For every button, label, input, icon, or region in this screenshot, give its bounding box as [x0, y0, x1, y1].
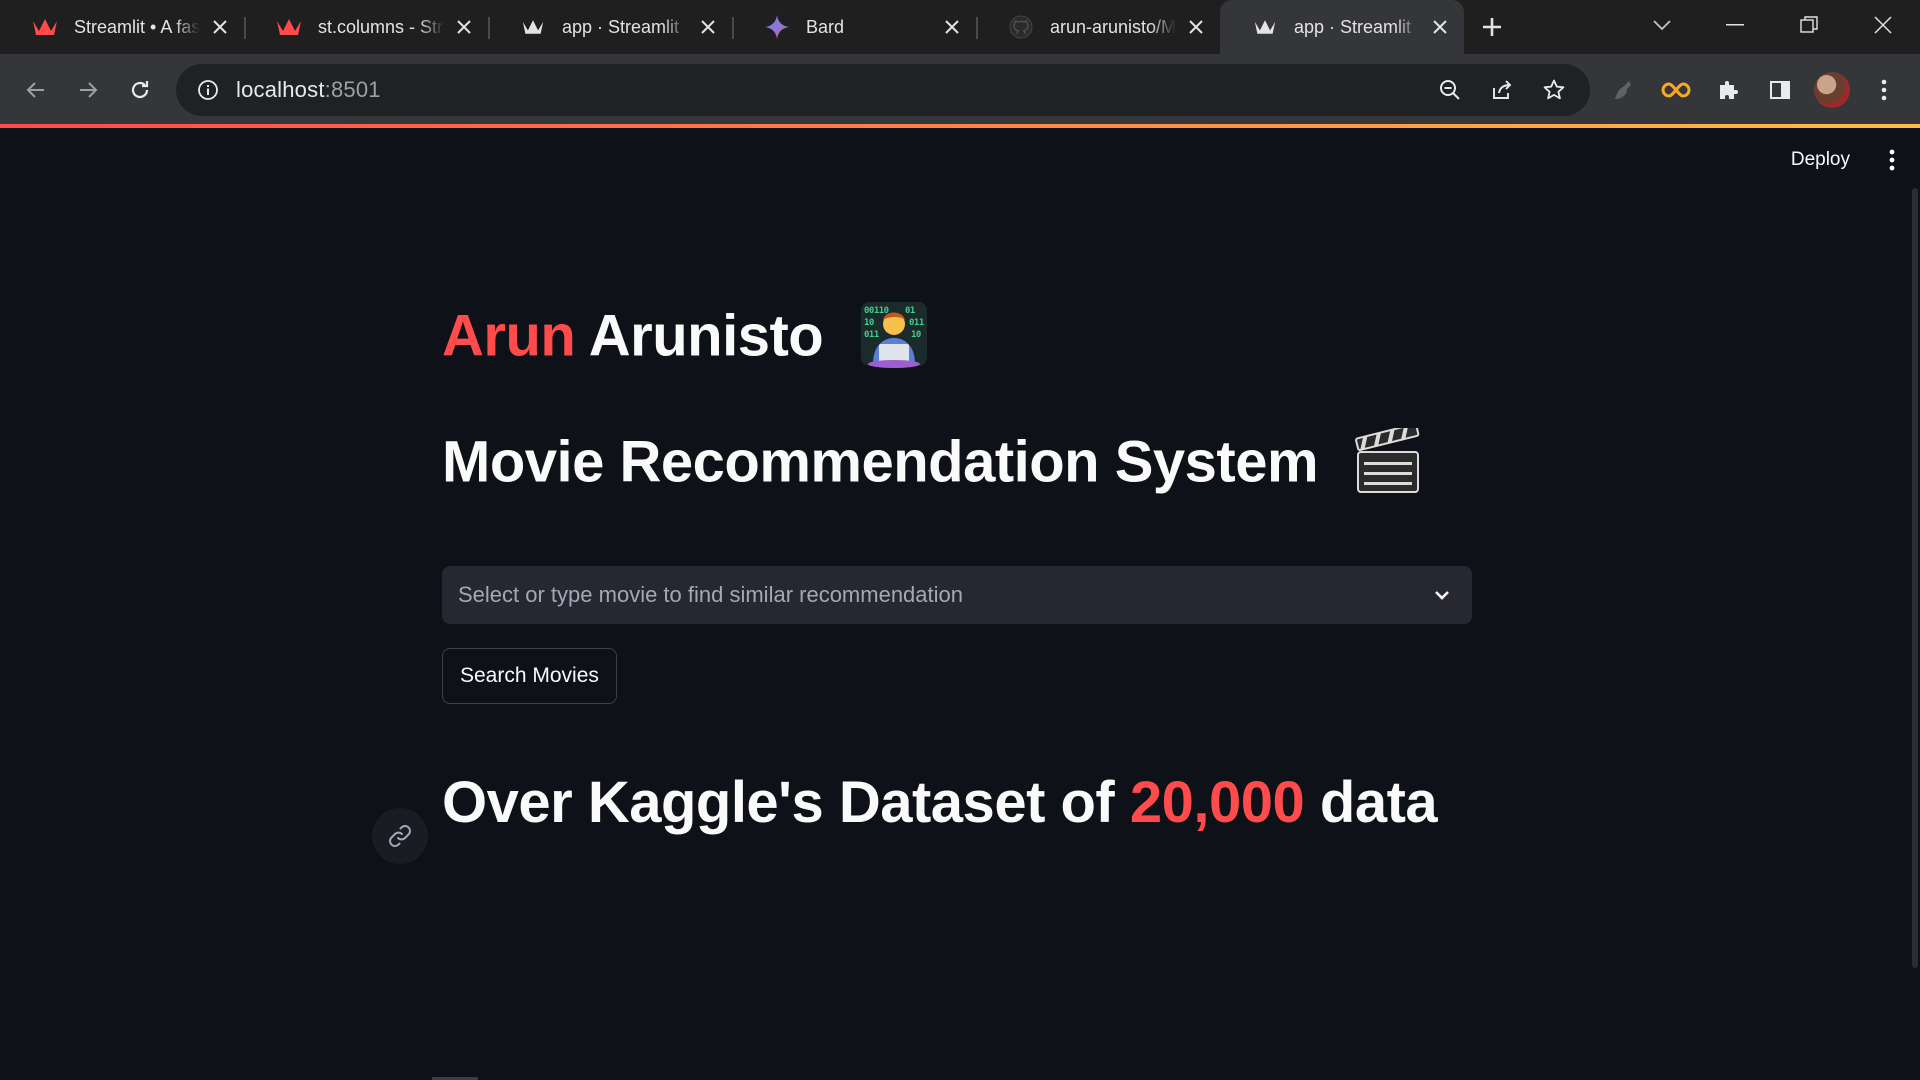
browser-menu-button[interactable]: [1858, 64, 1910, 116]
address-bar[interactable]: localhost:8501: [176, 64, 1590, 116]
avatar-image: [1814, 72, 1850, 108]
close-icon[interactable]: [940, 15, 964, 39]
svg-text:00110: 00110: [864, 306, 889, 316]
browser-tab[interactable]: Streamlit • A faster way to build and sh…: [0, 0, 244, 54]
browser-tab-active[interactable]: app · Streamlit: [1220, 0, 1464, 54]
tab-strip: Streamlit • A faster way to build and sh…: [0, 0, 1920, 54]
close-window-button[interactable]: [1846, 0, 1920, 50]
zoom-icon[interactable]: [1428, 68, 1472, 112]
kebab-menu-icon: [1881, 79, 1887, 101]
reload-button[interactable]: [114, 64, 166, 116]
bookmark-star-icon[interactable]: [1532, 68, 1576, 112]
kebab-menu-icon: [1889, 149, 1895, 171]
svg-text:10: 10: [864, 318, 874, 328]
bard-sparkle-icon: [764, 14, 790, 40]
close-icon[interactable]: [696, 15, 720, 39]
tab-title: Streamlit • A faster way to build and sh…: [74, 16, 200, 37]
info-icon[interactable]: [192, 74, 224, 106]
dataset-heading-suffix: data: [1304, 770, 1438, 835]
app-menu-button[interactable]: [1864, 136, 1920, 184]
tab-search-button[interactable]: [1640, 0, 1684, 50]
tab-title: app · Streamlit: [1294, 16, 1412, 37]
app-header: Deploy: [1777, 128, 1920, 192]
deploy-button[interactable]: Deploy: [1777, 149, 1864, 171]
streamlit-crown-icon: [32, 14, 58, 40]
extensions-area: [1598, 64, 1910, 116]
page-title: Movie Recommendation System: [442, 423, 1422, 504]
arrow-right-icon: [80, 82, 98, 98]
github-icon: [1008, 14, 1034, 40]
dataset-count: 20,000: [1129, 770, 1305, 835]
tab-title: app · Streamlit: [562, 16, 680, 37]
author-first-name: Arun: [442, 303, 576, 369]
minimize-icon: [1726, 24, 1744, 26]
dataset-heading: Over Kaggle's Dataset of 20,000 data: [442, 764, 1472, 842]
svg-text:011: 011: [909, 318, 924, 328]
url-host: localhost: [236, 77, 325, 102]
browser-tab[interactable]: st.columns - Streamlit Docs: [244, 0, 488, 54]
page-title-text: Movie Recommendation System: [442, 429, 1319, 495]
chevron-down-icon[interactable]: [1428, 581, 1456, 609]
share-icon[interactable]: [1480, 68, 1524, 112]
close-icon[interactable]: [208, 15, 232, 39]
movie-select[interactable]: Select or type movie to find similar rec…: [442, 566, 1472, 624]
browser-toolbar: localhost:8501: [0, 54, 1920, 126]
svg-text:011: 011: [864, 330, 879, 340]
browser-tab[interactable]: arun-arunisto/Movie: [976, 0, 1220, 54]
scrollbar[interactable]: [1912, 188, 1918, 968]
tab-title: st.columns - Streamlit Docs: [318, 16, 444, 37]
side-panel-icon[interactable]: [1754, 64, 1806, 116]
minimize-button[interactable]: [1698, 0, 1772, 50]
arrow-left-icon: [26, 82, 44, 98]
chevron-down-icon: [1653, 20, 1671, 31]
clapper-board-emoji-icon: [1354, 423, 1422, 504]
url-text: localhost:8501: [236, 77, 381, 103]
author-last-name: Arunisto: [588, 303, 824, 369]
extension-infinity-icon[interactable]: [1650, 64, 1702, 116]
profile-avatar[interactable]: [1806, 64, 1858, 116]
browser-tab[interactable]: Bard: [732, 0, 976, 54]
url-port: :8501: [324, 77, 381, 102]
extension-bird-icon[interactable]: [1598, 64, 1650, 116]
close-icon[interactable]: [1184, 15, 1208, 39]
technologist-emoji-icon: 00110 01 10 011 011 10: [859, 300, 929, 380]
close-icon[interactable]: [1428, 15, 1452, 39]
close-icon[interactable]: [452, 15, 476, 39]
puzzle-extensions-icon[interactable]: [1702, 64, 1754, 116]
svg-text:01: 01: [905, 306, 915, 316]
forward-button[interactable]: [62, 64, 114, 116]
back-button[interactable]: [10, 64, 62, 116]
movie-select-placeholder: Select or type movie to find similar rec…: [458, 582, 963, 607]
streamlit-crown-icon: [1252, 14, 1278, 40]
plus-icon: [1483, 18, 1501, 36]
restore-icon: [1800, 16, 1818, 33]
svg-text:10: 10: [911, 330, 921, 340]
author-heading: Arun Arunisto 00110 01 10 011 011 10: [442, 300, 929, 380]
browser-tab[interactable]: app · Streamlit: [488, 0, 732, 54]
reload-icon: [131, 81, 149, 99]
new-tab-button[interactable]: [1464, 0, 1520, 54]
link-icon: [389, 825, 411, 847]
streamlit-app: Deploy Arun Arunisto 00110 01 10 011 011 10: [0, 128, 1920, 1080]
window-controls: [1698, 0, 1920, 54]
tab-title: Bard: [806, 16, 845, 37]
tab-title: arun-arunisto/Movie: [1050, 16, 1176, 37]
streamlit-crown-icon: [520, 14, 546, 40]
restore-button[interactable]: [1772, 0, 1846, 50]
anchor-link-button[interactable]: [372, 808, 428, 864]
dataset-heading-prefix: Over Kaggle's Dataset of: [442, 770, 1130, 835]
close-icon: [1874, 16, 1892, 34]
streamlit-crown-icon: [276, 14, 302, 40]
search-movies-button[interactable]: Search Movies: [442, 648, 617, 704]
